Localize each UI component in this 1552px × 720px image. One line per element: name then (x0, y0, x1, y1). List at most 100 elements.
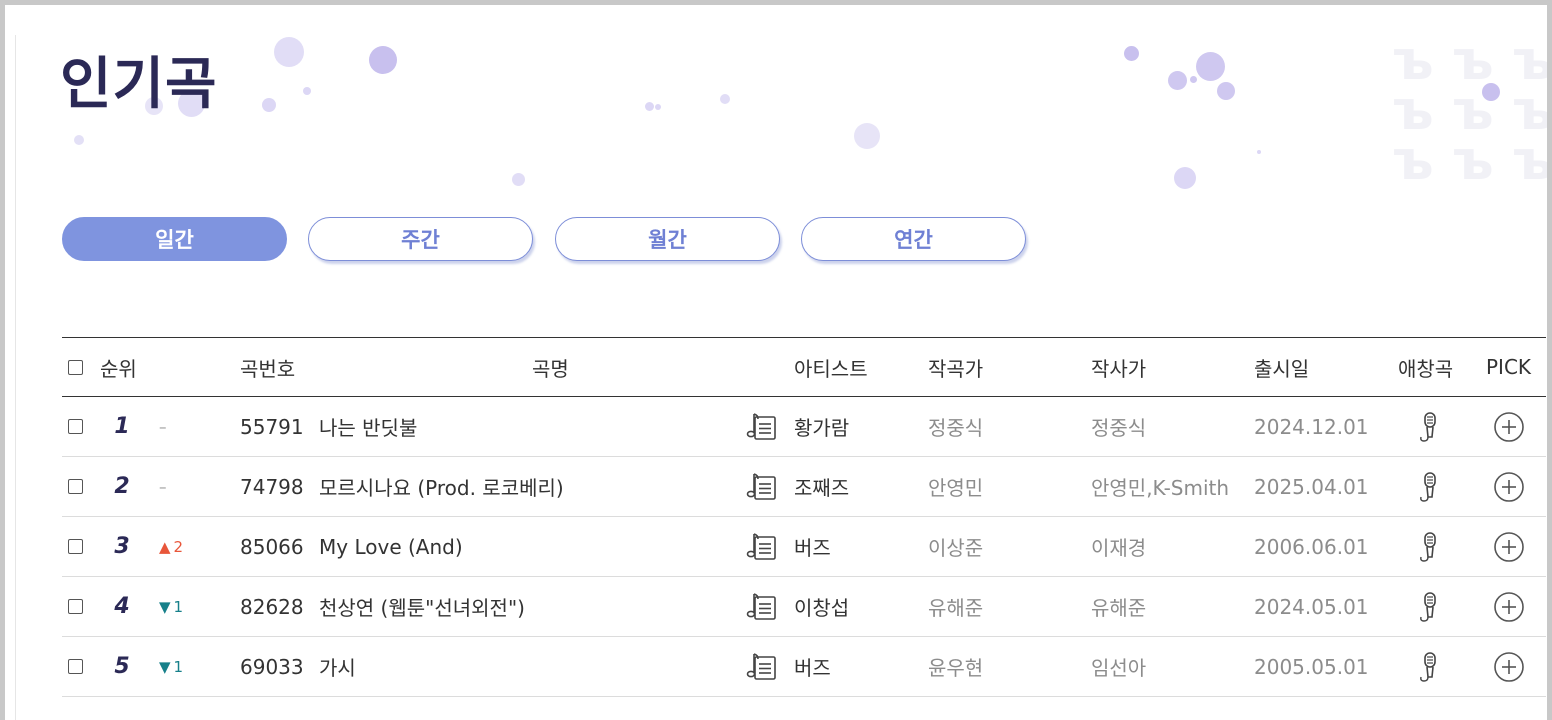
page-title: 인기곡 (60, 52, 218, 117)
song-title[interactable]: 가시 (319, 637, 356, 696)
lyricist-name: 유해준 (1091, 596, 1147, 620)
composer-name: 유해준 (928, 596, 984, 620)
lyricist-name: 임선아 (1091, 656, 1147, 680)
row-checkbox[interactable] (68, 659, 83, 674)
header-pick: PICK (1486, 355, 1532, 379)
plus-circle-icon (1494, 471, 1524, 502)
tab-yearly[interactable]: 연간 (801, 217, 1026, 261)
rank-change: – (159, 417, 167, 436)
release-date: 2024.05.01 (1254, 594, 1369, 619)
release-date: 2005.05.01 (1254, 654, 1369, 679)
header-favorite: 애창곡 (1398, 356, 1454, 381)
rank-number: 5 (114, 654, 130, 679)
table-row: 3 ▲ 2 85066 My Love (And) 버즈 이상준 이재경 2006… (62, 517, 1546, 577)
row-select-cell (68, 397, 83, 456)
tab-weekly[interactable]: 주간 (308, 217, 533, 261)
song-title[interactable]: 천상연 (웹툰"선녀외전") (319, 577, 525, 636)
row-checkbox[interactable] (68, 479, 83, 494)
table-row: 2 – 74798 모르시나요 (Prod. 로코베리) 조째즈 안영민 안영민… (62, 457, 1546, 517)
table-row: 5 ▼ 1 69033 가시 버즈 윤우현 임선아 2005.05.01 (62, 637, 1546, 697)
row-checkbox[interactable] (68, 419, 83, 434)
pick-button[interactable] (1493, 637, 1525, 696)
song-number: 82628 (240, 594, 304, 619)
row-checkbox[interactable] (68, 599, 83, 614)
lyricist-name: 이재경 (1091, 536, 1147, 560)
select-all-checkbox[interactable] (68, 359, 83, 375)
plus-circle-icon (1494, 651, 1524, 682)
table-row: 1 – 55791 나는 반딧불 황가람 정중식 정중식 2024.12.01 (62, 397, 1546, 457)
release-date: 2024.12.01 (1254, 414, 1369, 439)
favorite-button[interactable] (1416, 577, 1440, 636)
favorite-button[interactable] (1416, 517, 1440, 576)
music-sheet-icon (746, 652, 776, 680)
header-rank: 순위 (100, 356, 137, 381)
lyrics-button[interactable] (746, 517, 778, 576)
lyricist-name: 안영민,K-Smith (1091, 476, 1230, 500)
table-body: 1 – 55791 나는 반딧불 황가람 정중식 정중식 2024.12.01 (62, 397, 1546, 697)
music-sheet-icon (746, 472, 776, 500)
row-checkbox[interactable] (68, 539, 83, 554)
song-number: 74798 (240, 474, 304, 499)
header-lyricist: 작사가 (1091, 356, 1147, 381)
select-all-cell (68, 338, 83, 396)
song-title[interactable]: My Love (And) (319, 517, 463, 576)
rank-number: 2 (114, 474, 130, 499)
microphone-icon (1420, 411, 1436, 442)
lyricist-name: 정중식 (1091, 416, 1147, 440)
plus-circle-icon (1494, 591, 1524, 622)
lyrics-button[interactable] (746, 457, 778, 516)
decorative-pattern: ъ ъ ъ ъ ъ ъ ъ ъ ъ (1393, 35, 1552, 185)
music-sheet-icon (746, 592, 776, 620)
rank-change-value: 1 (173, 597, 184, 616)
pick-button[interactable] (1493, 517, 1525, 576)
header-artist: 아티스트 (794, 356, 868, 381)
artist-name[interactable]: 조째즈 (794, 457, 849, 516)
artist-name[interactable]: 황가람 (794, 397, 849, 456)
release-date: 2025.04.01 (1254, 474, 1369, 499)
artist-name[interactable]: 이창섭 (794, 577, 849, 636)
favorite-button[interactable] (1416, 397, 1440, 456)
microphone-icon (1420, 651, 1436, 682)
music-sheet-icon (746, 412, 776, 440)
artist-name[interactable]: 버즈 (794, 517, 831, 576)
microphone-icon (1420, 531, 1436, 562)
pick-button[interactable] (1493, 577, 1525, 636)
favorite-button[interactable] (1416, 457, 1440, 516)
header-song-no: 곡번호 (240, 356, 296, 381)
pick-button[interactable] (1493, 457, 1525, 516)
composer-name: 이상준 (928, 536, 984, 560)
composer-name: 정중식 (928, 416, 984, 440)
header-composer: 작곡가 (928, 356, 984, 381)
song-title[interactable]: 나는 반딧불 (319, 397, 417, 456)
lyrics-button[interactable] (746, 577, 778, 636)
left-divider (15, 35, 16, 720)
table-row: 4 ▼ 1 82628 천상연 (웹툰"선녀외전") 이창섭 유해준 유해준 20… (62, 577, 1546, 637)
rank-change-value: 1 (173, 657, 184, 676)
rank-number: 3 (114, 534, 130, 559)
rank-change: ▼ 1 (159, 577, 183, 636)
plus-circle-icon (1494, 411, 1524, 442)
rank-change: – (159, 477, 167, 496)
microphone-icon (1420, 471, 1436, 502)
song-number: 69033 (240, 654, 304, 679)
table-header: 순위 곡번호 곡명 아티스트 작곡가 작사가 출시일 애창곡 PICK (62, 337, 1546, 397)
artist-name[interactable]: 버즈 (794, 637, 831, 696)
header-release: 출시일 (1254, 356, 1310, 381)
chart-table: 순위 곡번호 곡명 아티스트 작곡가 작사가 출시일 애창곡 PICK 1 – … (62, 337, 1546, 697)
rank-number: 4 (114, 594, 130, 619)
song-number: 55791 (240, 414, 304, 439)
header-song-name: 곡명 (532, 356, 569, 381)
song-title[interactable]: 모르시나요 (Prod. 로코베리) (319, 457, 564, 516)
microphone-icon (1420, 591, 1436, 622)
tab-monthly[interactable]: 월간 (555, 217, 780, 261)
lyrics-button[interactable] (746, 637, 778, 696)
rank-change: ▼ 1 (159, 637, 183, 696)
row-select-cell (68, 457, 83, 516)
release-date: 2006.06.01 (1254, 534, 1369, 559)
triangle-down-icon: ▼ (159, 597, 171, 616)
favorite-button[interactable] (1416, 637, 1440, 696)
lyrics-button[interactable] (746, 397, 778, 456)
pick-button[interactable] (1493, 397, 1525, 456)
music-sheet-icon (746, 532, 776, 560)
tab-daily[interactable]: 일간 (62, 217, 287, 261)
